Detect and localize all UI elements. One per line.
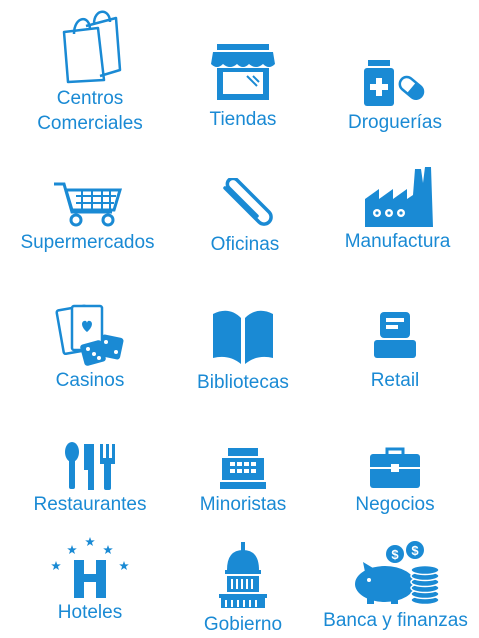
tile-label: Manufactura [344, 231, 451, 252]
tile-label: Retail [370, 370, 420, 391]
tile-label: Minoristas [199, 494, 287, 515]
tile-label: Hoteles [57, 602, 123, 623]
tile-label: Tiendas [209, 109, 277, 130]
tile-banca-finanzas[interactable]: $ $ Banca y finanzas [312, 540, 479, 633]
factory-icon [364, 167, 433, 227]
tile-tiendas[interactable]: Tiendas [178, 42, 308, 132]
hotel-stars-icon [51, 537, 129, 598]
tile-label-line2: Comerciales [37, 113, 143, 134]
tile-label: Gobierno [203, 614, 283, 635]
shopping-bags-icon [62, 10, 122, 84]
tile-manufactura[interactable]: Manufactura [330, 165, 465, 254]
open-book-icon [213, 310, 273, 364]
tile-minoristas[interactable]: Minoristas [178, 446, 308, 517]
tile-label: Bibliotecas [197, 372, 289, 393]
tile-label: Supermercados [20, 232, 155, 253]
tile-gobierno[interactable]: Gobierno [178, 540, 308, 637]
tile-casinos[interactable]: Casinos [20, 300, 160, 393]
tile-oficinas[interactable]: Oficinas [180, 178, 310, 257]
cutlery-icon [65, 442, 115, 490]
capitol-dome-icon [219, 542, 267, 608]
shopping-cart-icon [53, 182, 122, 227]
tile-label: Oficinas [210, 234, 280, 255]
pos-terminal-icon [374, 312, 416, 358]
tile-label: Centros [56, 88, 124, 109]
tile-label: Droguerías [348, 112, 442, 133]
tile-bibliotecas[interactable]: Bibliotecas [178, 308, 308, 395]
paperclip-icon [223, 178, 273, 226]
tile-retail[interactable]: Retail [330, 310, 460, 393]
tile-label: Restaurantes [33, 494, 147, 515]
piggy-bank-coins-icon: $ $ [354, 541, 440, 606]
tile-label: Negocios [355, 494, 435, 515]
cards-dice-icon [55, 304, 124, 366]
svg-text:$: $ [391, 547, 399, 562]
tile-label: Banca y finanzas [323, 610, 468, 631]
tile-negocios[interactable]: Negocios [330, 446, 460, 517]
briefcase-icon [370, 447, 420, 488]
tile-restaurantes[interactable]: Restaurantes [15, 442, 165, 517]
tile-centros-comerciales[interactable]: Centros Comerciales [20, 10, 160, 136]
storefront-icon [211, 44, 275, 100]
tile-hoteles[interactable]: Hoteles [20, 536, 160, 625]
pill-bottle-icon [364, 60, 425, 106]
svg-text:$: $ [411, 543, 419, 558]
cash-register-icon [220, 448, 266, 489]
tile-supermercados[interactable]: Supermercados [5, 180, 170, 255]
tile-label: Casinos [55, 370, 125, 391]
tile-droguerias[interactable]: Droguerías [330, 58, 460, 135]
